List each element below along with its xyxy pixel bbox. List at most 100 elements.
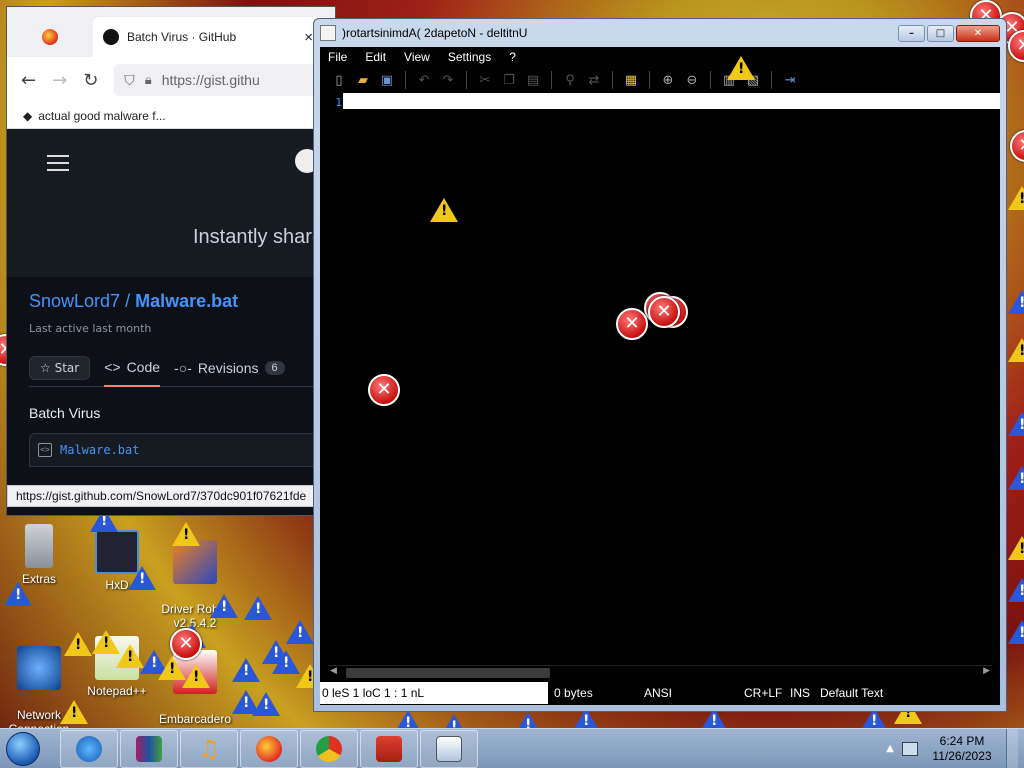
browser-tab-active[interactable]: Batch Virus · GitHub ×	[93, 17, 323, 57]
forward-icon[interactable]: →	[52, 70, 67, 91]
warning-icon	[232, 658, 260, 682]
warning-icon	[1008, 536, 1024, 560]
shield-icon[interactable]: ⛉	[124, 72, 135, 89]
warning-icon	[244, 596, 272, 620]
close-button[interactable]: ✕	[956, 24, 1000, 42]
browser-window: Batch Virus · GitHub × ← → ↻ ⛉ 🔒︎ https:…	[6, 6, 336, 516]
scroll-left-icon[interactable]: ◀	[330, 666, 337, 676]
taskbar-app-ie[interactable]	[60, 729, 118, 768]
file-code-icon: <>	[38, 443, 52, 457]
cut-icon[interactable]: ✂	[476, 73, 494, 88]
warning-icon	[172, 522, 200, 546]
word-wrap-icon[interactable]: ▦	[622, 73, 640, 88]
maximize-button[interactable]: □	[927, 24, 954, 42]
file-header: <> Malware.bat	[29, 433, 319, 467]
toolbar-separator	[649, 71, 650, 89]
bookmarks-bar: ◆ actual good malware f...	[7, 103, 335, 129]
warning-icon	[64, 632, 92, 656]
exit-icon[interactable]: ⇥	[781, 73, 799, 88]
clock[interactable]: 6:24 PM 11/26/2023	[926, 734, 998, 764]
warning-icon	[210, 594, 238, 618]
clock-time: 6:24 PM	[939, 733, 985, 748]
minimize-button[interactable]: –	[898, 24, 925, 42]
warning-icon	[1008, 412, 1024, 436]
open-folder-icon[interactable]: ▰	[354, 73, 372, 88]
status-mode[interactable]: INS	[784, 686, 814, 700]
bookmark-item[interactable]: actual good malware f...	[38, 109, 165, 123]
undo-icon[interactable]: ↶	[415, 73, 433, 88]
status-line-endings[interactable]: CR+LF	[738, 686, 784, 700]
warning-icon	[1008, 338, 1024, 362]
start-button[interactable]	[0, 729, 46, 768]
system-tray: ▲ 6:24 PM 11/26/2023	[886, 728, 1024, 768]
zoom-in-icon[interactable]: ⊕	[659, 73, 677, 88]
show-desktop-button[interactable]	[1006, 728, 1018, 768]
warning-icon	[182, 664, 210, 688]
save-icon[interactable]: ▣	[378, 73, 396, 88]
notepad-titlebar[interactable]: )rotartsinimdA( 2dapetoN - deltitnU – □ …	[314, 19, 1006, 47]
find-icon[interactable]: ⚲	[561, 73, 579, 88]
gist-owner-link[interactable]: SnowLord7	[29, 291, 120, 311]
toolbar-separator	[771, 71, 772, 89]
tab-code[interactable]: <> Code	[104, 349, 161, 387]
taskbar: ♫ ▲ 6:24 PM 11/26/2023	[0, 728, 1024, 768]
star-button[interactable]: ☆ Star	[29, 355, 91, 380]
toolbar-separator	[551, 71, 552, 89]
copy-icon[interactable]: ❐	[500, 73, 518, 88]
error-icon: ✕	[616, 308, 648, 340]
tab-close-icon[interactable]: ×	[304, 29, 313, 46]
warning-icon	[430, 198, 458, 222]
taskbar-app-music[interactable]: ♫	[180, 729, 238, 768]
current-line[interactable]	[343, 93, 1000, 109]
menu-icon[interactable]	[47, 155, 69, 171]
taskbar-app-chrome[interactable]	[300, 729, 358, 768]
browser-tab[interactable]	[7, 17, 93, 57]
warning-icon	[286, 620, 314, 644]
zoom-out-icon[interactable]: ⊖	[683, 73, 701, 88]
line-number: 1	[335, 96, 342, 109]
warning-icon	[1008, 290, 1024, 314]
menu-edit[interactable]: Edit	[365, 50, 386, 64]
notepad2-icon	[436, 735, 462, 762]
horizontal-scrollbar[interactable]: ◀ ▶	[328, 665, 992, 679]
firefox-icon	[256, 735, 282, 762]
network-icon	[17, 646, 61, 690]
back-icon[interactable]: ←	[21, 70, 36, 91]
internet-explorer-icon	[76, 735, 102, 762]
menu-help[interactable]: ?	[509, 50, 516, 64]
paste-icon[interactable]: ▤	[524, 73, 542, 88]
status-bar: 0 leS 1 loC 1 : 1 nL 0 bytes ANSI CR+LF …	[320, 681, 1000, 705]
tab-revisions[interactable]: -○- Revisions 6	[174, 349, 285, 387]
url-bar[interactable]: ⛉ 🔒︎ https://gist.githu	[114, 64, 321, 96]
url-text: https://gist.githu	[161, 72, 260, 88]
github-icon	[103, 29, 119, 45]
gist-title-separator: /	[125, 291, 131, 311]
scrollbar-thumb[interactable]	[346, 668, 550, 678]
desktop-icon-extras[interactable]: Extras	[0, 524, 78, 586]
scroll-right-icon[interactable]: ▶	[983, 666, 990, 676]
taskbar-app-firefox[interactable]	[240, 729, 298, 768]
text-editor[interactable]: 1	[320, 93, 1000, 665]
network-tray-icon[interactable]	[902, 741, 918, 756]
taskbar-app-toolbox[interactable]	[360, 729, 418, 768]
link-status-url: https://gist.github.com/SnowLord7/370dc9…	[7, 485, 327, 507]
menu-file[interactable]: File	[328, 50, 347, 64]
reload-icon[interactable]: ↻	[83, 70, 98, 91]
music-note-icon: ♫	[198, 734, 220, 763]
taskbar-app-winrar[interactable]	[120, 729, 178, 768]
notepad-toolbar: ▯ ▰ ▣ ↶ ↷ ✂ ❐ ▤ ⚲ ⇄ ▦ ⊕ ⊖ ▥ ▧ ⇥	[320, 67, 1000, 93]
toolbar-separator	[710, 71, 711, 89]
show-hidden-icons-icon[interactable]: ▲	[886, 743, 894, 754]
file-name-link[interactable]: Malware.bat	[60, 443, 139, 457]
menu-settings[interactable]: Settings	[448, 50, 491, 64]
menu-view[interactable]: View	[404, 50, 430, 64]
status-encoding[interactable]: ANSI	[638, 686, 738, 700]
star-label: Star	[54, 360, 80, 375]
new-file-icon[interactable]: ▯	[330, 73, 348, 88]
gist-tabs: ☆ Star <> Code -○- Revisions 6	[29, 349, 319, 387]
gist-name-link[interactable]: Malware.bat	[135, 291, 238, 311]
redo-icon[interactable]: ↷	[439, 73, 457, 88]
status-scheme[interactable]: Default Text	[814, 686, 924, 700]
taskbar-app-notepad2[interactable]	[420, 729, 478, 768]
replace-icon[interactable]: ⇄	[585, 73, 603, 88]
